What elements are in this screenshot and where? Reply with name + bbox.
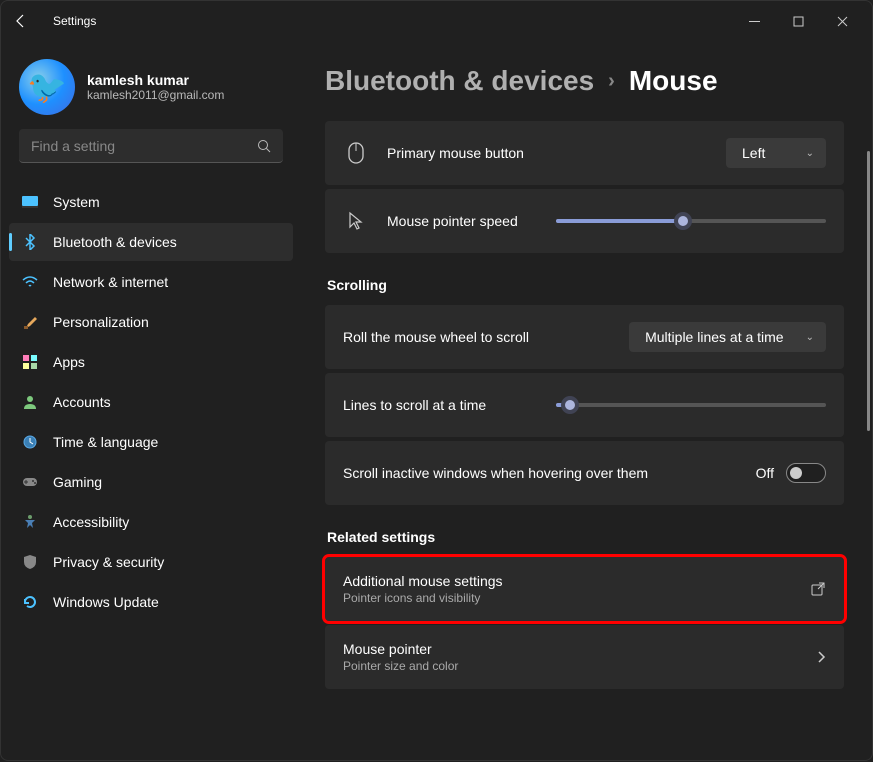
back-button[interactable] (9, 9, 33, 33)
nav-label: Accessibility (53, 514, 129, 530)
search-icon (257, 139, 271, 153)
user-email: kamlesh2011@gmail.com (87, 88, 224, 102)
link-title: Additional mouse settings (343, 573, 810, 589)
nav-label: Accounts (53, 394, 111, 410)
accessibility-icon (21, 513, 39, 531)
window-title: Settings (47, 14, 96, 28)
apps-icon (21, 353, 39, 371)
nav-system[interactable]: System (9, 183, 293, 221)
nav-label: Bluetooth & devices (53, 234, 177, 250)
clock-icon (21, 433, 39, 451)
main-content: Bluetooth & devices › Mouse Primary mous… (301, 41, 872, 762)
nav-label: Time & language (53, 434, 158, 450)
mouse-icon (343, 142, 369, 164)
nav-list: System Bluetooth & devices Network & int… (1, 179, 301, 627)
nav-bluetooth-devices[interactable]: Bluetooth & devices (9, 223, 293, 261)
nav-personalization[interactable]: Personalization (9, 303, 293, 341)
brush-icon (21, 313, 39, 331)
title-bar: Settings (1, 1, 872, 41)
setting-pointer-speed: Mouse pointer speed (325, 189, 844, 253)
section-related: Related settings (327, 529, 844, 545)
inactive-scroll-toggle[interactable] (786, 463, 826, 483)
dropdown-value: Left (742, 145, 765, 161)
nav-accessibility[interactable]: Accessibility (9, 503, 293, 541)
nav-privacy[interactable]: Privacy & security (9, 543, 293, 581)
chevron-down-icon: ⌄ (806, 332, 814, 343)
nav-label: Privacy & security (53, 554, 164, 570)
setting-wheel-scroll: Roll the mouse wheel to scroll Multiple … (325, 305, 844, 369)
cursor-icon (343, 211, 369, 231)
sidebar: 🐦 kamlesh kumar kamlesh2011@gmail.com Sy… (1, 41, 301, 762)
link-mouse-pointer[interactable]: Mouse pointer Pointer size and color (325, 625, 844, 689)
shield-icon (21, 553, 39, 571)
nav-label: Personalization (53, 314, 149, 330)
breadcrumb-current: Mouse (629, 65, 718, 97)
wifi-icon (21, 273, 39, 291)
section-scrolling: Scrolling (327, 277, 844, 293)
nav-windows-update[interactable]: Windows Update (9, 583, 293, 621)
link-additional-mouse-settings[interactable]: Additional mouse settings Pointer icons … (325, 557, 844, 621)
bluetooth-icon (21, 233, 39, 251)
close-button[interactable] (820, 5, 864, 37)
setting-label: Mouse pointer speed (387, 213, 556, 229)
update-icon (21, 593, 39, 611)
dropdown-value: Multiple lines at a time (645, 329, 784, 345)
link-subtitle: Pointer icons and visibility (343, 591, 810, 605)
person-icon (21, 393, 39, 411)
nav-label: Gaming (53, 474, 102, 490)
pointer-speed-slider[interactable] (556, 219, 826, 223)
open-external-icon (810, 581, 826, 597)
search-input[interactable] (31, 138, 257, 154)
system-icon (21, 193, 39, 211)
nav-network[interactable]: Network & internet (9, 263, 293, 301)
chevron-down-icon: ⌄ (806, 148, 814, 159)
profile[interactable]: 🐦 kamlesh kumar kamlesh2011@gmail.com (1, 45, 301, 129)
nav-gaming[interactable]: Gaming (9, 463, 293, 501)
lines-scroll-slider[interactable] (556, 403, 826, 407)
link-title: Mouse pointer (343, 641, 816, 657)
avatar: 🐦 (19, 59, 75, 115)
nav-apps[interactable]: Apps (9, 343, 293, 381)
nav-time-language[interactable]: Time & language (9, 423, 293, 461)
user-name: kamlesh kumar (87, 72, 224, 88)
link-subtitle: Pointer size and color (343, 659, 816, 673)
breadcrumb: Bluetooth & devices › Mouse (325, 65, 844, 97)
scrollbar[interactable] (867, 151, 870, 431)
setting-inactive-scroll: Scroll inactive windows when hovering ov… (325, 441, 844, 505)
chevron-right-icon (816, 650, 826, 664)
primary-button-dropdown[interactable]: Left ⌄ (726, 138, 826, 168)
search-box[interactable] (19, 129, 283, 163)
nav-label: System (53, 194, 100, 210)
nav-label: Windows Update (53, 594, 159, 610)
setting-label: Lines to scroll at a time (343, 397, 556, 413)
setting-label: Scroll inactive windows when hovering ov… (343, 465, 756, 481)
setting-lines-scroll: Lines to scroll at a time (325, 373, 844, 437)
toggle-state: Off (756, 465, 774, 481)
nav-label: Apps (53, 354, 85, 370)
nav-label: Network & internet (53, 274, 168, 290)
minimize-button[interactable] (732, 5, 776, 37)
setting-primary-mouse-button: Primary mouse button Left ⌄ (325, 121, 844, 185)
maximize-button[interactable] (776, 5, 820, 37)
setting-label: Roll the mouse wheel to scroll (343, 329, 629, 345)
chevron-right-icon: › (608, 70, 615, 93)
nav-accounts[interactable]: Accounts (9, 383, 293, 421)
setting-label: Primary mouse button (387, 145, 726, 161)
breadcrumb-parent[interactable]: Bluetooth & devices (325, 65, 594, 97)
gaming-icon (21, 473, 39, 491)
wheel-scroll-dropdown[interactable]: Multiple lines at a time ⌄ (629, 322, 826, 352)
